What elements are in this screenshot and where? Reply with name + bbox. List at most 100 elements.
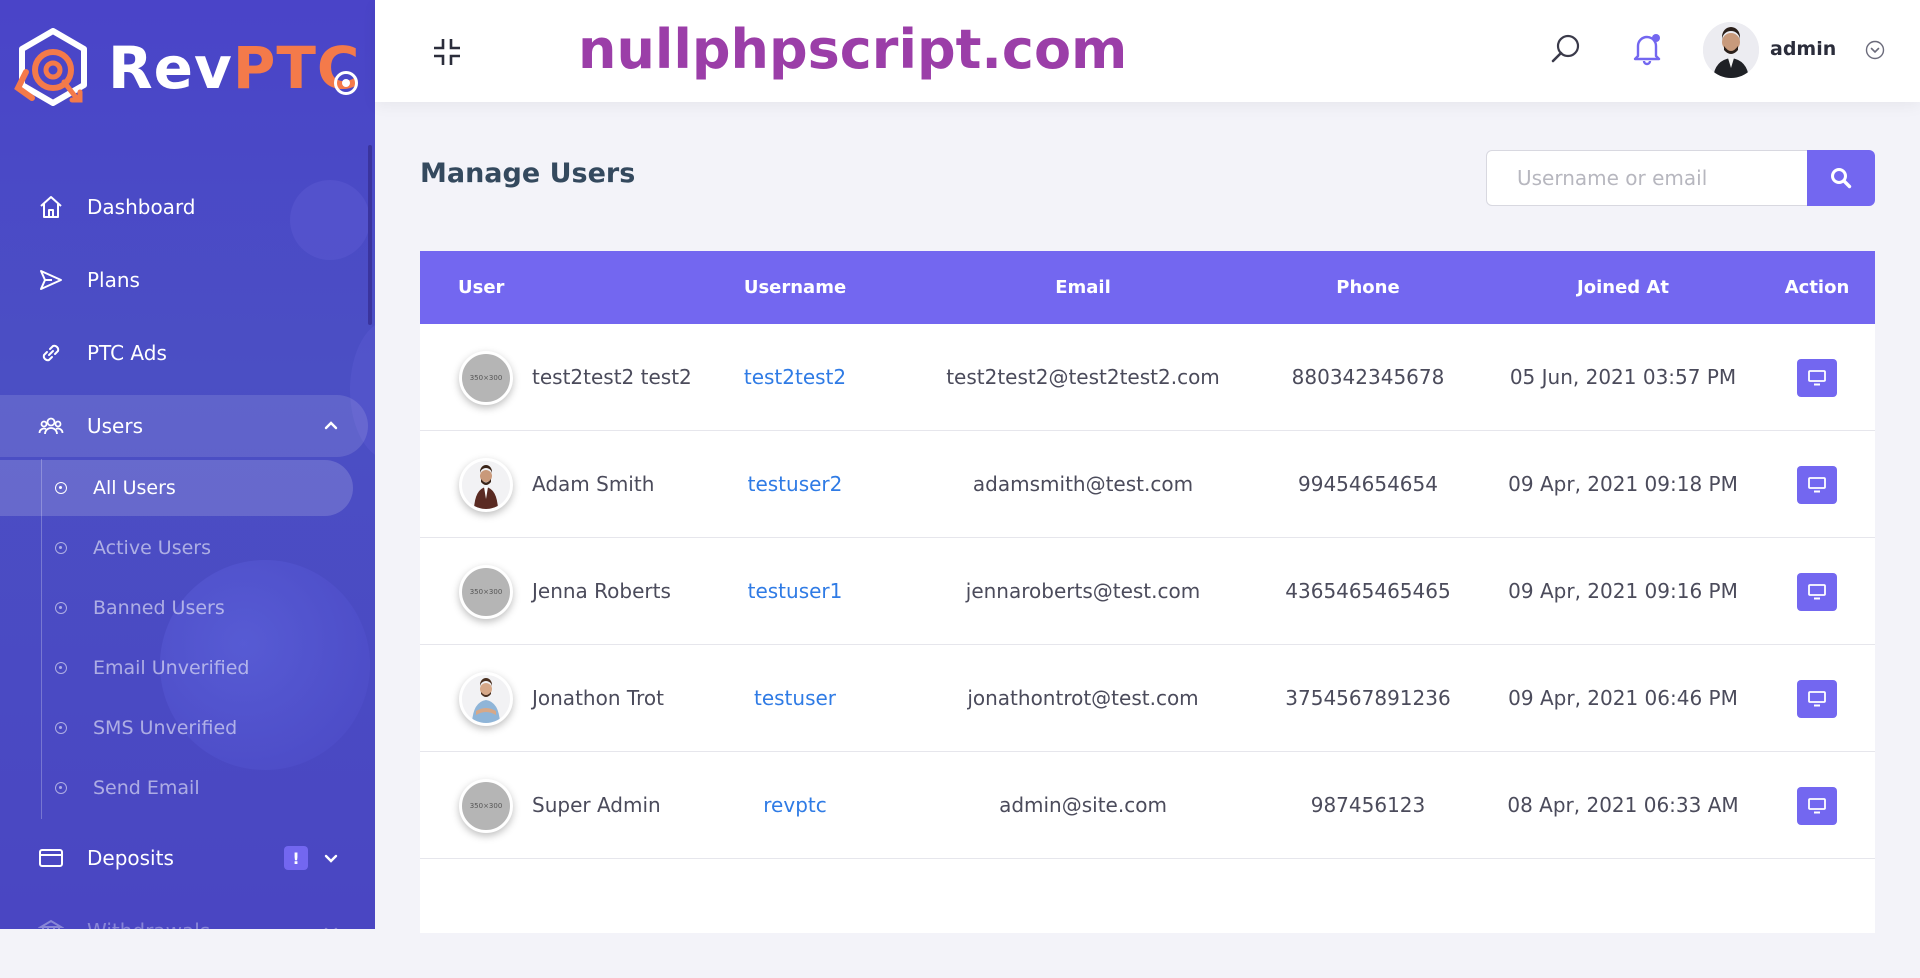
sidebar-item-plans[interactable]: Plans: [0, 249, 368, 311]
table-row: 350×300 Super Admin revptc admin@site.co…: [420, 752, 1875, 859]
user-joined-at: 08 Apr, 2021 06:33 AM: [1507, 793, 1739, 817]
sidebar-subitem-email-unverified[interactable]: Email Unverified: [0, 640, 353, 696]
desktop-icon: [1808, 477, 1826, 493]
user-joined-at: 05 Jun, 2021 03:57 PM: [1509, 365, 1737, 389]
search-button[interactable]: [1807, 150, 1875, 206]
sidebar-item-deposits[interactable]: Deposits !: [0, 827, 368, 889]
desktop-icon: [1808, 370, 1826, 386]
sidebar-subitem-label: Banned Users: [93, 597, 225, 619]
circle-dot-icon: [55, 782, 67, 794]
sidebar-subitem-all-users[interactable]: All Users: [0, 460, 353, 516]
user-joined-at: 09 Apr, 2021 06:46 PM: [1508, 686, 1738, 710]
table-row: 350×300 test2test2 test2 test2test2 test…: [420, 324, 1875, 431]
admin-avatar[interactable]: [1703, 22, 1759, 78]
desktop-icon: [1808, 584, 1826, 600]
user-email: admin@site.com: [999, 793, 1167, 817]
person-photo-icon: [462, 461, 510, 509]
chevron-down-icon: [324, 927, 338, 929]
sidebar-item-users[interactable]: Users: [0, 395, 368, 457]
column-header-email: Email: [1055, 277, 1111, 298]
watermark-text: nullphpscript.com: [578, 18, 1128, 81]
column-header-joined-at: Joined At: [1577, 277, 1669, 298]
user-phone: 987456123: [1310, 793, 1426, 817]
user-avatar-placeholder: 350×300: [459, 351, 513, 405]
desktop-icon: [1808, 798, 1826, 814]
collapse-icon[interactable]: [432, 37, 462, 67]
circle-dot-icon: [55, 662, 67, 674]
search-icon[interactable]: [1550, 33, 1582, 65]
bank-icon: [38, 919, 64, 929]
table-header: User Username Email Phone Joined At Acti…: [420, 251, 1875, 324]
sidebar-toggle-icon[interactable]: [334, 71, 358, 95]
desktop-icon: [1808, 691, 1826, 707]
brand-logo[interactable]: RevPTC: [14, 28, 360, 108]
user-phone: 3754567891236: [1285, 686, 1451, 710]
username-link[interactable]: testuser2: [695, 431, 895, 537]
view-user-button[interactable]: [1797, 680, 1837, 718]
user-email: adamsmith@test.com: [972, 472, 1194, 496]
user-search-input[interactable]: [1486, 150, 1808, 206]
sidebar-item-withdrawals[interactable]: Withdrawals: [0, 900, 368, 929]
column-header-user: User: [458, 277, 505, 298]
avatar-placeholder-text: 350×300: [469, 802, 503, 810]
user-avatar-placeholder: 350×300: [459, 565, 513, 619]
user-fullname: Super Admin: [532, 793, 661, 817]
brand-name-rev: Rev: [108, 34, 233, 102]
column-header-action: Action: [1784, 277, 1850, 298]
sidebar-item-label: Plans: [87, 268, 140, 292]
user-avatar: [459, 672, 513, 726]
circle-dot-icon: [55, 482, 67, 494]
brand-name: RevPTC: [108, 34, 360, 102]
table-row: Jonathon Trot testuser jonathontrot@test…: [420, 645, 1875, 752]
column-header-phone: Phone: [1336, 277, 1400, 298]
user-phone: 880342345678: [1291, 365, 1445, 389]
person-photo-icon: [1703, 22, 1759, 78]
sidebar-subitem-banned-users[interactable]: Banned Users: [0, 580, 353, 636]
view-user-button[interactable]: [1797, 359, 1837, 397]
chevron-down-icon: [324, 854, 338, 863]
home-icon: [40, 196, 62, 218]
view-user-button[interactable]: [1797, 573, 1837, 611]
user-joined-at: 09 Apr, 2021 09:18 PM: [1508, 472, 1738, 496]
search-icon: [1831, 168, 1852, 189]
send-icon: [40, 270, 62, 290]
user-email: test2test2@test2test2.com: [946, 365, 1220, 389]
user-email: jonathontrot@test.com: [967, 686, 1199, 710]
top-header: nullphpscript.com admin: [375, 0, 1920, 102]
sidebar-subitem-active-users[interactable]: Active Users: [0, 520, 353, 576]
sidebar-item-ptc-ads[interactable]: PTC Ads: [0, 322, 368, 384]
username-link[interactable]: testuser: [695, 645, 895, 751]
sidebar-subitem-sms-unverified[interactable]: SMS Unverified: [0, 700, 353, 756]
sidebar-subitem-send-email[interactable]: Send Email: [0, 760, 353, 816]
notification-bell-icon[interactable]: [1632, 32, 1662, 66]
table-row: 350×300 Jenna Roberts testuser1 jennarob…: [420, 538, 1875, 645]
sidebar-subitem-label: Email Unverified: [93, 657, 250, 679]
admin-username[interactable]: admin: [1770, 38, 1836, 60]
sidebar: RevPTC Dashboard Plans PTC Ads Users All…: [0, 0, 375, 929]
sidebar-subitem-label: Active Users: [93, 537, 212, 559]
user-joined-at: 09 Apr, 2021 09:16 PM: [1508, 579, 1738, 603]
sidebar-item-label: Withdrawals: [87, 919, 210, 929]
sidebar-item-label: Deposits: [87, 846, 174, 870]
view-user-button[interactable]: [1797, 787, 1837, 825]
users-icon: [38, 417, 64, 435]
sidebar-item-dashboard[interactable]: Dashboard: [0, 176, 368, 238]
sidebar-scrollbar[interactable]: [368, 145, 372, 325]
link-icon: [42, 344, 60, 362]
username-link[interactable]: revptc: [695, 752, 895, 858]
username-link[interactable]: testuser1: [695, 538, 895, 644]
logo-mark-icon: [14, 28, 87, 106]
person-photo-icon: [462, 675, 510, 723]
sidebar-subitem-label: SMS Unverified: [93, 717, 238, 739]
sidebar-item-label: Users: [87, 414, 144, 438]
username-link[interactable]: test2test2: [695, 324, 895, 430]
user-fullname: Adam Smith: [532, 472, 655, 496]
sidebar-item-label: Dashboard: [87, 195, 196, 219]
view-user-button[interactable]: [1797, 466, 1837, 504]
sidebar-subitem-label: All Users: [93, 477, 176, 499]
chevron-down-circle-icon[interactable]: [1865, 40, 1885, 60]
user-avatar-placeholder: 350×300: [459, 779, 513, 833]
column-header-username: Username: [743, 277, 847, 298]
user-fullname: Jenna Roberts: [532, 579, 671, 603]
user-fullname: test2test2 test2: [532, 365, 692, 389]
